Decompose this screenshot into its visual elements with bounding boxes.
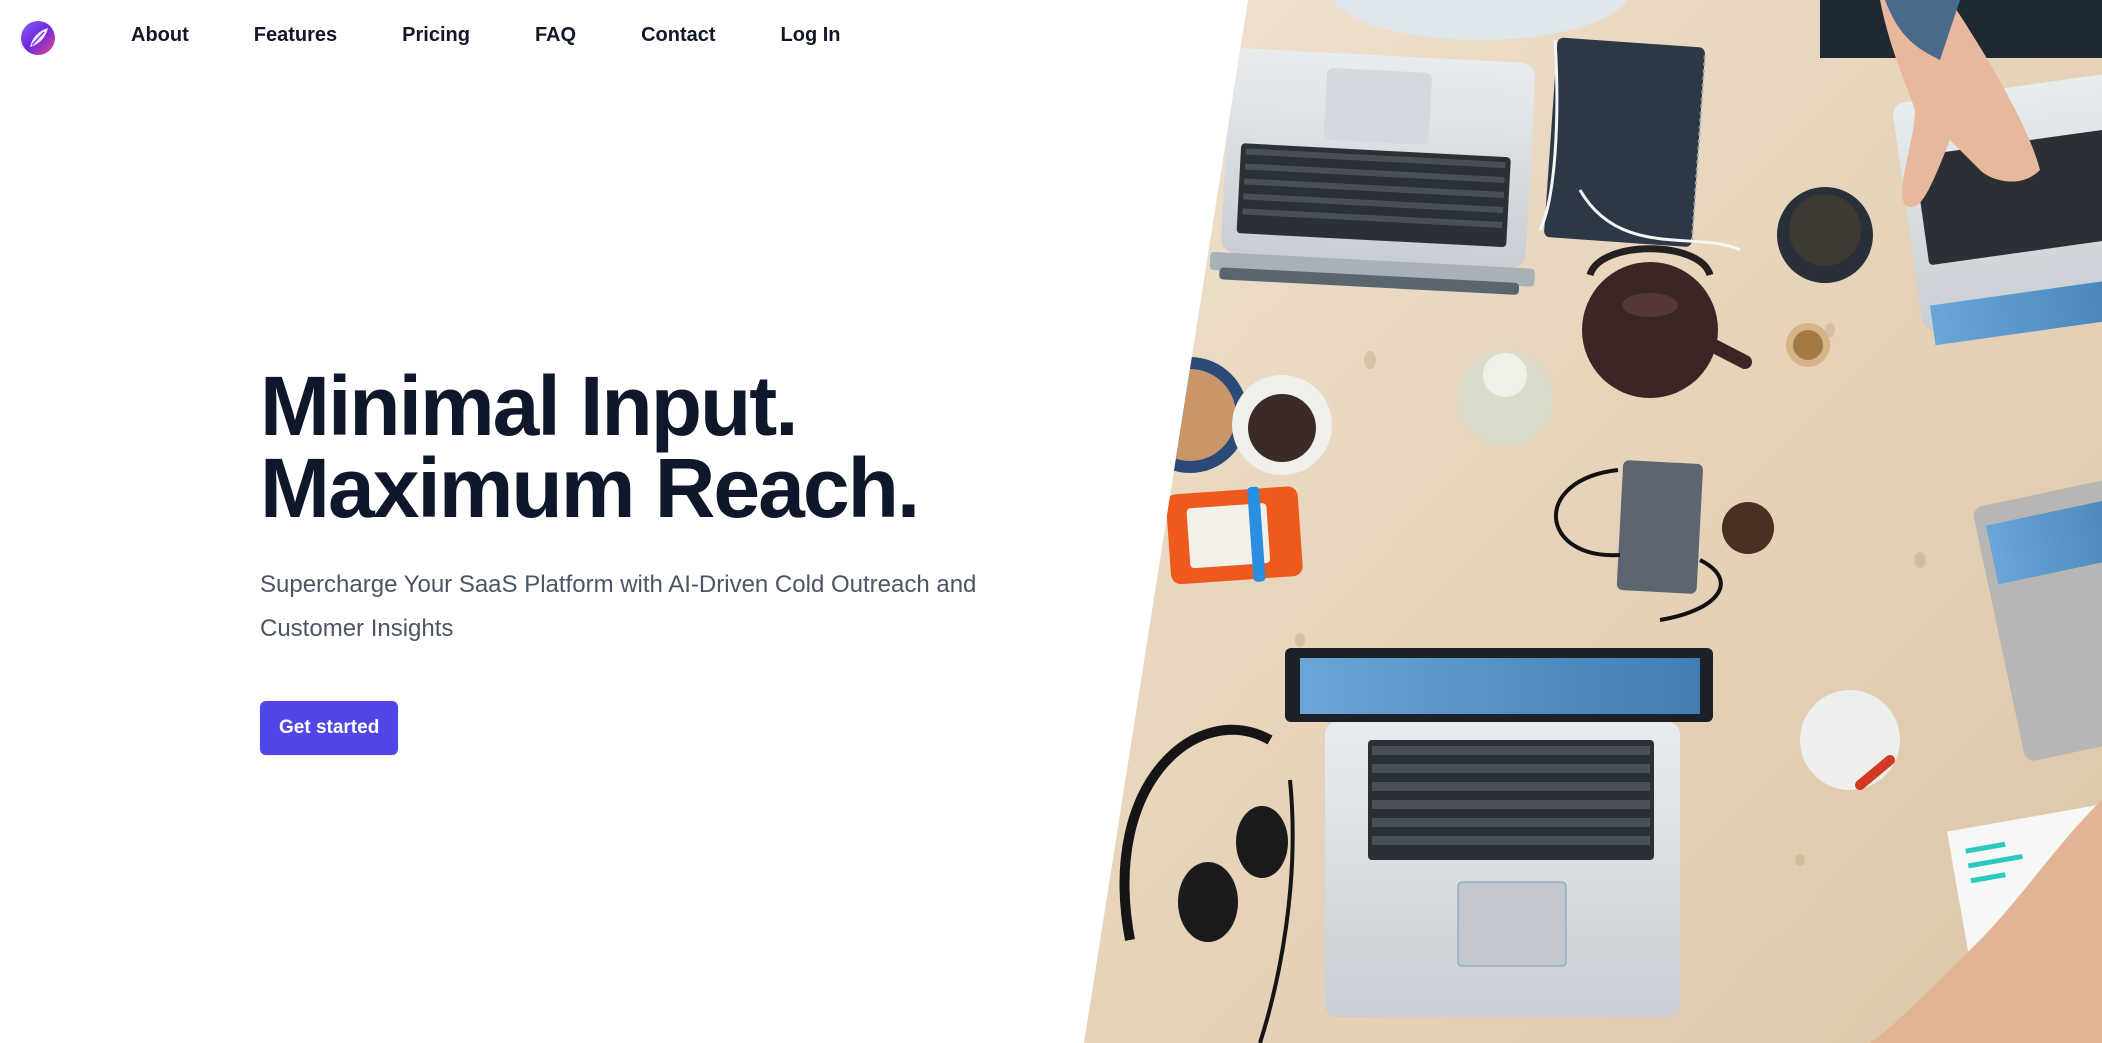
get-started-button[interactable]: Get started <box>260 701 399 755</box>
feather-logo-icon[interactable] <box>20 20 56 56</box>
landing-page: About Features Pricing FAQ Contact Log I… <box>0 0 2102 1043</box>
hero-title: Minimal Input. Maximum Reach. <box>260 359 1020 535</box>
hero-subtitle: Supercharge Your SaaS Platform with AI-D… <box>260 571 977 642</box>
nav-link-login[interactable]: Log In <box>781 24 841 47</box>
nav-link-features[interactable]: Features <box>254 24 337 47</box>
top-nav: About Features Pricing FAQ Contact Log I… <box>0 0 1200 70</box>
hero-section: Minimal Input. Maximum Reach. Supercharg… <box>260 359 1020 755</box>
nav-link-contact[interactable]: Contact <box>641 24 715 47</box>
nav-link-pricing[interactable]: Pricing <box>402 24 470 47</box>
nav-link-about[interactable]: About <box>131 24 189 47</box>
nav-links: About Features Pricing FAQ Contact Log I… <box>131 0 841 70</box>
hero-title-line1: Minimal Input. <box>260 359 799 453</box>
hero-title-line2: Maximum Reach. <box>260 441 920 535</box>
nav-link-faq[interactable]: FAQ <box>535 24 576 47</box>
